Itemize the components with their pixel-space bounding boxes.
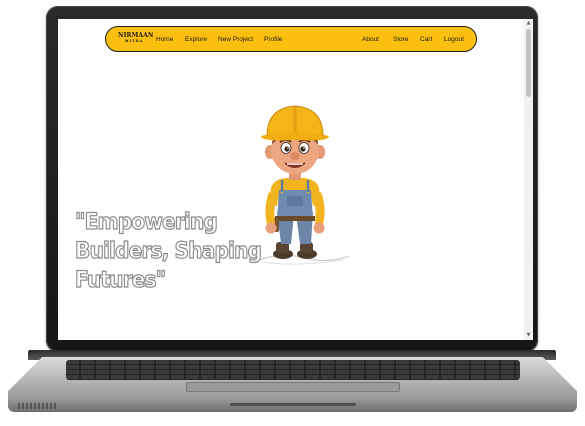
laptop-keyboard xyxy=(66,360,520,380)
nav-link-store[interactable]: Store xyxy=(393,35,409,44)
navbar: NIRMAAN MITRA Home Explore New Project P… xyxy=(105,26,477,52)
nav-link-logout[interactable]: Logout xyxy=(444,35,464,44)
nav-link-home[interactable]: Home xyxy=(156,35,173,44)
arrow-up-icon[interactable]: ▲ xyxy=(525,20,532,27)
brand-name: NIRMAAN xyxy=(118,32,154,39)
hero-tagline: "Empowering Builders, Shaping Futures" xyxy=(74,208,262,295)
browser-viewport: NIRMAAN MITRA Home Explore New Project P… xyxy=(58,19,533,340)
nav-link-cart[interactable]: Cart xyxy=(420,35,432,44)
brand-subtitle: MITRA xyxy=(124,39,144,43)
arrow-down-icon[interactable]: ▼ xyxy=(525,332,532,339)
nav-link-new-project[interactable]: New Project xyxy=(218,35,253,44)
tagline-line-3: Futures" xyxy=(74,267,166,293)
nav-link-explore[interactable]: Explore xyxy=(185,35,207,44)
speaker-grille xyxy=(18,403,58,409)
laptop-trackpad xyxy=(186,382,400,392)
tagline-line-1: "Empowering xyxy=(74,209,218,235)
scrollbar-thumb[interactable] xyxy=(526,29,531,97)
nav-link-about[interactable]: About xyxy=(362,35,379,44)
construction-worker-illustration xyxy=(258,105,350,265)
nav-link-profile[interactable]: Profile xyxy=(264,35,282,44)
vertical-scrollbar[interactable]: ▲ ▼ xyxy=(524,19,533,340)
laptop-notch xyxy=(230,403,356,406)
brand-logo[interactable]: NIRMAAN MITRA xyxy=(118,32,154,44)
tagline-line-2: Builders, Shaping xyxy=(74,238,262,264)
